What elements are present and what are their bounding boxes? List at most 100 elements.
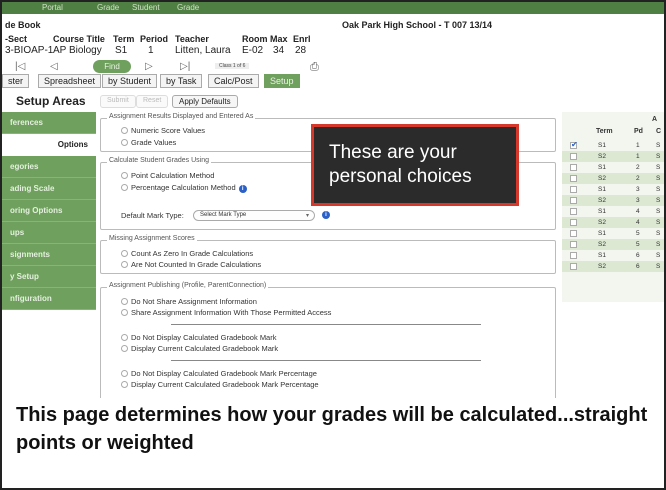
section-row[interactable]: S2 6 S <box>562 261 664 272</box>
radio-button[interactable] <box>121 139 128 146</box>
radio-button[interactable] <box>121 370 128 377</box>
col-header: Enrl <box>293 34 311 44</box>
radio-button[interactable] <box>121 334 128 341</box>
section-row[interactable]: S2 1 S <box>562 151 664 162</box>
display-percentage-option[interactable]: Display Current Calculated Gradebook Mar… <box>121 380 319 389</box>
tab-setup[interactable]: Setup <box>264 74 300 88</box>
sidebar-item-options[interactable]: Options <box>2 134 96 156</box>
top-menu-item[interactable]: Grade <box>97 3 119 12</box>
checkmark-icon[interactable] <box>570 140 578 149</box>
sidebar-item-categories[interactable]: egories <box>2 156 96 178</box>
section-row[interactable]: S1 2 S <box>562 162 664 173</box>
row-pd: 6 <box>636 252 640 259</box>
corner-label: A <box>652 116 658 123</box>
tab-by-task[interactable]: by Task <box>160 74 203 88</box>
section-row[interactable]: S2 5 S <box>562 239 664 250</box>
section-row[interactable]: S2 4 S <box>562 217 664 228</box>
option-label: Numeric Score Values <box>131 126 206 135</box>
gradebook-header: de Book Oak Park High School - T 007 13/… <box>2 14 664 82</box>
find-button[interactable]: Find <box>93 60 131 73</box>
radio-button[interactable] <box>121 127 128 134</box>
printer-icon[interactable]: ⎙ <box>310 61 319 74</box>
sidebar-item-display-setup[interactable]: y Setup <box>2 266 96 288</box>
option-label: Do Not Display Calculated Gradebook Mark… <box>131 369 317 378</box>
sidebar-item-preferences[interactable]: ferences <box>2 112 96 134</box>
sidebar-item-scoring-options[interactable]: oring Options <box>2 200 96 222</box>
row-checkbox[interactable] <box>570 186 577 193</box>
row-c: S <box>656 186 661 193</box>
info-icon[interactable]: i <box>322 211 330 219</box>
radio-button[interactable] <box>121 261 128 268</box>
class-of-label: Class 1 of 6 <box>215 63 250 69</box>
tab-roster[interactable]: ster <box>2 74 30 88</box>
section-row[interactable]: S1 6 S <box>562 250 664 261</box>
row-checkbox[interactable] <box>570 197 577 204</box>
first-icon[interactable]: |◁ <box>15 61 25 72</box>
radio-button[interactable] <box>121 298 128 305</box>
radio-button[interactable] <box>121 345 128 352</box>
chevron-down-icon: ▾ <box>305 213 309 219</box>
row-checkbox[interactable] <box>570 208 577 215</box>
row-c: S <box>656 230 661 237</box>
sidebar-item-groups[interactable]: ups <box>2 222 96 244</box>
row-checkbox[interactable] <box>570 164 577 171</box>
row-checkbox[interactable] <box>570 230 577 237</box>
section-row[interactable]: S1 5 S <box>562 228 664 239</box>
row-checkbox[interactable] <box>570 219 577 226</box>
display-mark-option[interactable]: Display Current Calculated Gradebook Mar… <box>121 344 278 353</box>
radio-button[interactable] <box>121 381 128 388</box>
radio-button[interactable] <box>121 309 128 316</box>
point-calculation-option[interactable]: Point Calculation Method <box>121 171 214 180</box>
setup-areas-bar: Setup Areas Submit Reset Apply Defaults <box>2 92 664 110</box>
prev-icon[interactable]: ◁ <box>50 61 58 72</box>
reset-button[interactable]: Reset <box>136 95 169 108</box>
top-menu-item[interactable]: Grade <box>177 3 199 12</box>
section-row[interactable]: S2 2 S <box>562 173 664 184</box>
sidebar-item-assignments[interactable]: signments <box>2 244 96 266</box>
do-not-share-option[interactable]: Do Not Share Assignment Information <box>121 297 257 306</box>
top-menu-item[interactable]: Student <box>132 3 160 12</box>
row-checkbox[interactable] <box>570 175 577 182</box>
radio-button[interactable] <box>121 172 128 179</box>
row-checkbox[interactable] <box>570 252 577 259</box>
option-label: Do Not Share Assignment Information <box>131 297 257 306</box>
select-value: Select Mark Type <box>200 212 247 218</box>
tab-spreadsheet[interactable]: Spreadsheet <box>38 74 102 88</box>
apply-defaults-button[interactable]: Apply Defaults <box>172 95 238 108</box>
tab-by-student[interactable]: by Student <box>102 74 158 88</box>
submit-button[interactable]: Submit <box>100 95 136 108</box>
top-menu-item[interactable]: Portal <box>42 3 63 12</box>
row-c: S <box>656 175 661 182</box>
option-label: Point Calculation Method <box>131 171 215 180</box>
row-checkbox[interactable] <box>570 263 577 270</box>
row-term: S2 <box>598 241 606 248</box>
row-checkbox[interactable] <box>570 153 577 160</box>
do-not-display-percentage-option[interactable]: Do Not Display Calculated Gradebook Mark… <box>121 369 317 378</box>
section-row[interactable]: S1 3 S <box>562 184 664 195</box>
tab-calc-post[interactable]: Calc/Post <box>208 74 259 88</box>
caption-area: This page determines how your grades wil… <box>2 398 664 488</box>
do-not-display-mark-option[interactable]: Do Not Display Calculated Gradebook Mark <box>121 333 276 342</box>
grade-values-option[interactable]: Grade Values <box>121 138 176 147</box>
course-title: AP Biology <box>53 45 102 56</box>
option-label: Percentage Calculation Method <box>131 183 236 192</box>
numeric-score-option[interactable]: Numeric Score Values <box>121 126 205 135</box>
col-header: Teacher <box>175 34 209 44</box>
not-counted-option[interactable]: Are Not Counted In Grade Calculations <box>121 260 261 269</box>
next-icon[interactable]: ▷ <box>145 61 153 72</box>
radio-button[interactable] <box>121 184 128 191</box>
section-row[interactable]: S1 1 S <box>562 140 664 151</box>
info-icon[interactable]: i <box>238 185 247 193</box>
section-row[interactable]: S1 4 S <box>562 206 664 217</box>
default-mark-type-select[interactable]: Select Mark Type ▾ <box>193 210 315 221</box>
course-teacher: Litten, Laura <box>175 45 231 56</box>
section-row[interactable]: S2 3 S <box>562 195 664 206</box>
row-checkbox[interactable] <box>570 241 577 248</box>
sidebar-item-grading-scale[interactable]: ading Scale <box>2 178 96 200</box>
last-icon[interactable]: ▷| <box>180 61 190 72</box>
radio-button[interactable] <box>121 250 128 257</box>
share-info-option[interactable]: Share Assignment Information With Those … <box>121 308 331 317</box>
count-as-zero-option[interactable]: Count As Zero In Grade Calculations <box>121 249 253 258</box>
sidebar-item-configuration[interactable]: nfiguration <box>2 288 96 310</box>
percentage-calculation-option[interactable]: Percentage Calculation Method i <box>121 183 247 193</box>
